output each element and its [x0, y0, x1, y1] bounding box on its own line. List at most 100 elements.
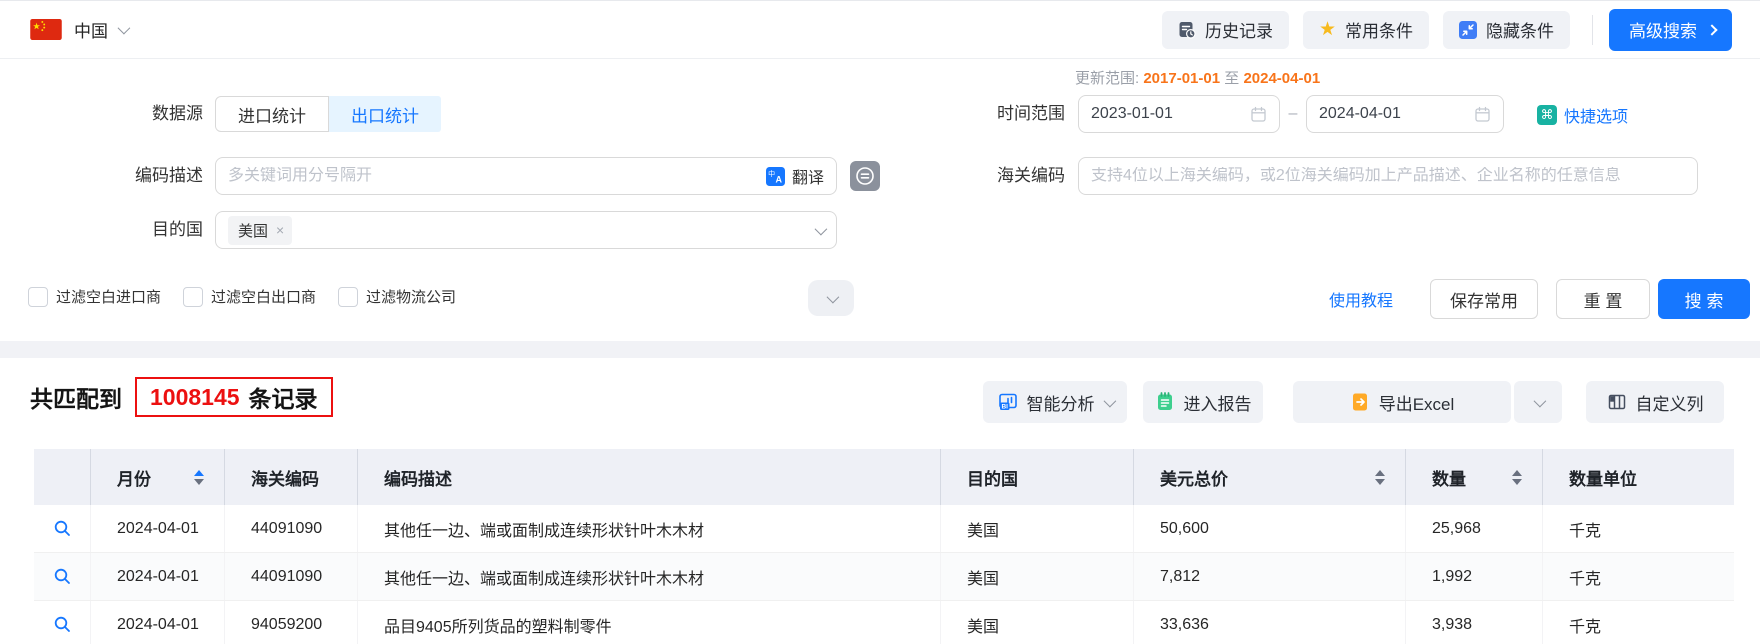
history-icon: [1179, 21, 1196, 39]
smart-analysis-button[interactable]: BI 智能分析: [983, 381, 1127, 423]
cell-qty: 3,938: [1405, 601, 1542, 644]
cell-usd: 7,812: [1133, 553, 1405, 600]
cell-unit: 千克: [1542, 553, 1734, 600]
table-header-usd[interactable]: 美元总价: [1133, 449, 1405, 505]
time-range-label: 时间范围: [997, 104, 1065, 123]
cell-desc: 品目9405所列货品的塑料制零件: [357, 601, 940, 644]
columns-icon: [1608, 394, 1625, 410]
checkbox-icon[interactable]: [183, 286, 204, 307]
svg-text:BI: BI: [1001, 403, 1008, 410]
sort-asc-icon[interactable]: [194, 469, 204, 476]
topbar-actions: 历史记录 ★ 常用条件 隐藏条件 高级搜索: [1148, 8, 1732, 51]
translate-button[interactable]: 中 A 翻译: [765, 164, 824, 188]
row-detail-button[interactable]: [34, 601, 90, 644]
update-range-from: 2017-01-01: [1143, 70, 1221, 87]
favorites-button[interactable]: ★ 常用条件: [1302, 10, 1429, 49]
country-selector[interactable]: 中国: [30, 17, 131, 42]
quick-options-label: 快捷选项: [1564, 109, 1629, 126]
code-desc-label: 编码描述: [135, 166, 203, 185]
date-start-input-wrap: [1078, 95, 1280, 133]
date-range-separator: –: [1288, 105, 1298, 122]
code-desc-input[interactable]: [228, 167, 766, 185]
cell-hscode: 44091090: [224, 505, 357, 552]
cell-qty: 25,968: [1405, 505, 1542, 552]
expand-filters-button[interactable]: [808, 280, 854, 316]
date-start-input[interactable]: [1091, 105, 1250, 123]
hs-code-input[interactable]: [1091, 167, 1685, 185]
checkbox-filter-blank-importer[interactable]: 过滤空白进口商: [28, 286, 161, 307]
checkbox-filter-logistics[interactable]: 过滤物流公司: [338, 286, 456, 307]
chevron-down-icon: [826, 290, 839, 303]
advanced-search-button[interactable]: 高级搜索: [1609, 8, 1732, 51]
cell-desc: 其他任一边、端或面制成连续形状针叶木木材: [357, 505, 940, 552]
data-source-tabs: 进口统计 出口统计: [215, 96, 441, 132]
cell-month: 2024-04-01: [90, 505, 224, 552]
sort-control[interactable]: [1375, 469, 1385, 485]
cell-month: 2024-04-01: [90, 601, 224, 644]
hs-code-label: 海关编码: [997, 166, 1065, 185]
enter-report-button[interactable]: 进入报告: [1143, 381, 1263, 423]
cell-usd: 33,636: [1133, 601, 1405, 644]
hide-conditions-button[interactable]: 隐藏条件: [1443, 10, 1570, 49]
tutorial-link[interactable]: 使用教程: [1329, 287, 1393, 311]
update-range-to: 2024-04-01: [1243, 70, 1321, 87]
magnifier-icon: [54, 616, 70, 632]
export-excel-button[interactable]: 导出Excel: [1293, 381, 1511, 423]
row-detail-button[interactable]: [34, 553, 90, 600]
cell-unit: 千克: [1542, 601, 1734, 644]
export-options-button[interactable]: [1514, 381, 1562, 423]
sort-desc-icon[interactable]: [194, 478, 204, 485]
date-end-input[interactable]: [1319, 105, 1474, 123]
checkbox-icon[interactable]: [338, 286, 359, 307]
reset-button[interactable]: 重 置: [1556, 279, 1650, 319]
tag-close-icon[interactable]: ×: [276, 223, 284, 237]
sort-desc-icon[interactable]: [1375, 478, 1385, 485]
results-summary: 共匹配到 1008145 条记录: [30, 375, 333, 419]
header-label: 数量: [1432, 469, 1466, 489]
chevron-down-icon: [814, 222, 828, 235]
results-count: 1008145: [150, 383, 240, 410]
checkbox-filter-blank-exporter[interactable]: 过滤空白出口商: [183, 286, 316, 307]
sort-desc-icon[interactable]: [1512, 478, 1522, 485]
header-label: 月份: [117, 469, 151, 489]
results-count-highlight-box: 1008145 条记录: [135, 377, 333, 417]
cell-qty: 1,992: [1405, 553, 1542, 600]
cell-country: 美国: [940, 553, 1133, 600]
tab-import-stats[interactable]: 进口统计: [215, 96, 329, 132]
table-header-unit: 数量单位: [1542, 449, 1734, 505]
checkbox-label: 过滤物流公司: [366, 289, 457, 306]
save-common-button[interactable]: 保存常用: [1430, 279, 1538, 319]
magnifier-icon: [54, 520, 70, 536]
update-range-note: 更新范围: 2017-01-01 至 2024-04-01: [1075, 67, 1320, 88]
page: 中国 历史记录 ★ 常用条件 隐藏条件 高级搜索 更新范围: 2017-01-0…: [0, 0, 1760, 644]
table-header-month[interactable]: 月份: [90, 449, 224, 505]
sort-asc-icon[interactable]: [1512, 469, 1522, 476]
table-header-qty[interactable]: 数量: [1405, 449, 1542, 505]
update-range-label: 更新范围:: [1075, 70, 1140, 87]
tab-export-stats[interactable]: 出口统计: [329, 96, 441, 132]
cell-month: 2024-04-01: [90, 553, 224, 600]
header-label: 美元总价: [1160, 469, 1228, 489]
history-button[interactable]: 历史记录: [1161, 10, 1289, 49]
checkbox-icon[interactable]: [28, 286, 48, 307]
country-label: 中国: [74, 22, 108, 41]
sort-asc-icon[interactable]: [1375, 469, 1385, 476]
row-detail-button[interactable]: [34, 505, 90, 552]
dest-country-select[interactable]: 美国 ×: [215, 211, 837, 249]
enter-report-label: 进入报告: [1183, 394, 1252, 414]
command-icon: ⌘: [1537, 105, 1557, 125]
search-button[interactable]: 搜 索: [1658, 279, 1750, 319]
sort-control[interactable]: [194, 469, 204, 485]
table-header-country: 目的国: [940, 449, 1133, 505]
custom-columns-button[interactable]: 自定义列: [1586, 381, 1724, 423]
sort-control[interactable]: [1512, 469, 1522, 485]
quick-options-link[interactable]: ⌘ 快捷选项: [1537, 103, 1628, 127]
synonym-toggle-button[interactable]: [850, 161, 880, 191]
cell-desc: 其他任一边、端或面制成连续形状针叶木木材: [357, 553, 940, 600]
country-tag: 美国 ×: [228, 215, 293, 245]
smart-analysis-label: 智能分析: [1026, 394, 1095, 414]
export-excel-label: 导出Excel: [1378, 394, 1455, 414]
hs-code-input-wrap: [1078, 157, 1698, 195]
table-row: 2024-04-01 94059200 品目9405所列货品的塑料制零件 美国 …: [34, 601, 1734, 644]
country-tag-label: 美国: [238, 222, 269, 240]
